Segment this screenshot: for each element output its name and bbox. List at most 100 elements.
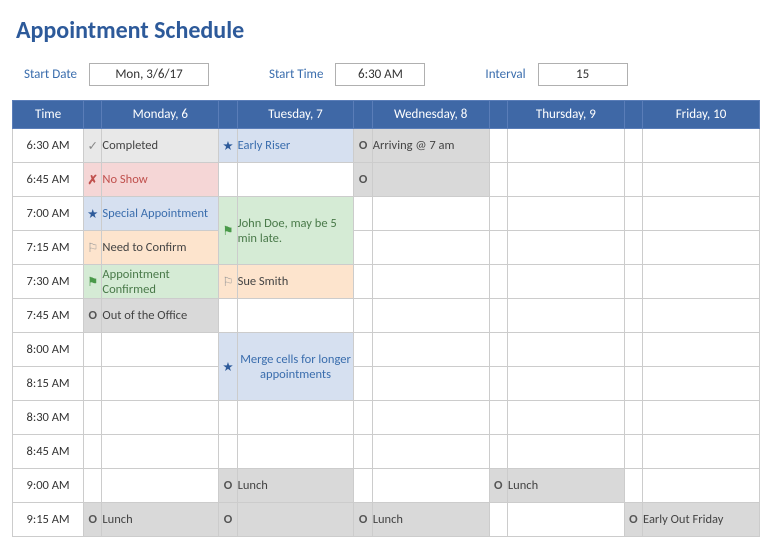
cell[interactable] bbox=[219, 299, 237, 333]
cell-wed-915[interactable]: Lunch bbox=[372, 503, 489, 537]
interval-input[interactable]: 15 bbox=[538, 63, 628, 86]
cell-tue-730[interactable]: Sue Smith bbox=[237, 265, 354, 299]
cell[interactable] bbox=[507, 435, 624, 469]
cell[interactable] bbox=[624, 469, 642, 503]
cell[interactable] bbox=[489, 435, 507, 469]
cell[interactable] bbox=[643, 469, 760, 503]
cell[interactable] bbox=[489, 163, 507, 197]
cell[interactable] bbox=[372, 401, 489, 435]
cell[interactable] bbox=[102, 367, 219, 401]
cell[interactable] bbox=[219, 435, 237, 469]
cell-mon-745[interactable]: Out of the Office bbox=[102, 299, 219, 333]
cell[interactable] bbox=[489, 129, 507, 163]
cell[interactable] bbox=[372, 469, 489, 503]
cell[interactable] bbox=[372, 333, 489, 367]
cell[interactable] bbox=[507, 163, 624, 197]
cell-mon-715[interactable]: Need to Confirm bbox=[102, 231, 219, 265]
cell[interactable] bbox=[643, 333, 760, 367]
cell[interactable] bbox=[237, 401, 354, 435]
cell[interactable] bbox=[624, 129, 642, 163]
cell[interactable] bbox=[507, 299, 624, 333]
cell[interactable] bbox=[624, 367, 642, 401]
cell[interactable] bbox=[507, 333, 624, 367]
cell[interactable] bbox=[489, 503, 507, 537]
cell[interactable] bbox=[643, 129, 760, 163]
cell[interactable] bbox=[507, 401, 624, 435]
cell[interactable] bbox=[489, 265, 507, 299]
cell[interactable] bbox=[84, 333, 102, 367]
cell[interactable] bbox=[489, 231, 507, 265]
cell[interactable] bbox=[643, 367, 760, 401]
cell[interactable] bbox=[643, 265, 760, 299]
cell-tue-700[interactable]: John Doe, may be 5 min late. bbox=[237, 197, 354, 265]
start-date-input[interactable]: Mon, 3/6/17 bbox=[89, 63, 209, 86]
cell[interactable] bbox=[354, 299, 372, 333]
cell-mon-645[interactable]: No Show bbox=[102, 163, 219, 197]
cell[interactable] bbox=[372, 299, 489, 333]
cell[interactable] bbox=[624, 333, 642, 367]
cell-tue-900[interactable]: Lunch bbox=[237, 469, 354, 503]
cell[interactable] bbox=[102, 469, 219, 503]
cell[interactable] bbox=[372, 435, 489, 469]
cell[interactable] bbox=[354, 401, 372, 435]
cell[interactable] bbox=[354, 469, 372, 503]
cell[interactable] bbox=[624, 265, 642, 299]
cell[interactable] bbox=[489, 367, 507, 401]
cell[interactable] bbox=[354, 197, 372, 231]
cell-tue-630[interactable]: Early Riser bbox=[237, 129, 354, 163]
cell[interactable] bbox=[643, 231, 760, 265]
cell[interactable] bbox=[354, 231, 372, 265]
cell[interactable] bbox=[372, 197, 489, 231]
cell[interactable] bbox=[354, 435, 372, 469]
cell-tue-915[interactable] bbox=[237, 503, 354, 537]
cell-mon-915[interactable]: Lunch bbox=[102, 503, 219, 537]
cell[interactable] bbox=[643, 299, 760, 333]
cell-thu-900[interactable]: Lunch bbox=[507, 469, 624, 503]
cell-mon-730[interactable]: Appointment Confirmed bbox=[102, 265, 219, 299]
cell-mon-700[interactable]: Special Appointment bbox=[102, 197, 219, 231]
cell[interactable] bbox=[489, 197, 507, 231]
cell[interactable] bbox=[643, 401, 760, 435]
cell[interactable] bbox=[643, 435, 760, 469]
cell[interactable] bbox=[507, 367, 624, 401]
cell[interactable] bbox=[354, 333, 372, 367]
cell[interactable] bbox=[643, 163, 760, 197]
cell-wed-645[interactable] bbox=[372, 163, 489, 197]
cell[interactable] bbox=[507, 265, 624, 299]
cell[interactable] bbox=[624, 299, 642, 333]
cell[interactable] bbox=[354, 367, 372, 401]
cell[interactable] bbox=[102, 333, 219, 367]
cell[interactable] bbox=[219, 401, 237, 435]
cell[interactable] bbox=[84, 401, 102, 435]
cell-mon-630[interactable]: Completed bbox=[102, 129, 219, 163]
cell[interactable] bbox=[489, 299, 507, 333]
cell[interactable] bbox=[489, 401, 507, 435]
cell[interactable] bbox=[507, 197, 624, 231]
cell[interactable] bbox=[102, 401, 219, 435]
cell[interactable] bbox=[372, 265, 489, 299]
cell[interactable] bbox=[102, 435, 219, 469]
cell[interactable] bbox=[237, 163, 354, 197]
cell[interactable] bbox=[237, 299, 354, 333]
cell[interactable] bbox=[354, 265, 372, 299]
cell[interactable] bbox=[624, 163, 642, 197]
cell[interactable] bbox=[624, 197, 642, 231]
cell[interactable] bbox=[84, 469, 102, 503]
cell[interactable] bbox=[489, 333, 507, 367]
cell[interactable] bbox=[624, 231, 642, 265]
cell[interactable] bbox=[84, 367, 102, 401]
cell[interactable] bbox=[507, 129, 624, 163]
cell[interactable] bbox=[219, 163, 237, 197]
cell[interactable] bbox=[624, 435, 642, 469]
cell-fri-915[interactable]: Early Out Friday bbox=[643, 503, 760, 537]
cell[interactable] bbox=[624, 401, 642, 435]
cell[interactable] bbox=[84, 435, 102, 469]
cell[interactable] bbox=[507, 231, 624, 265]
cell[interactable] bbox=[643, 197, 760, 231]
start-time-input[interactable]: 6:30 AM bbox=[335, 63, 425, 86]
cell[interactable] bbox=[372, 231, 489, 265]
cell[interactable] bbox=[507, 503, 624, 537]
cell[interactable] bbox=[237, 435, 354, 469]
cell-tue-800[interactable]: Merge cells for longer appointments bbox=[237, 333, 354, 401]
cell[interactable] bbox=[372, 367, 489, 401]
